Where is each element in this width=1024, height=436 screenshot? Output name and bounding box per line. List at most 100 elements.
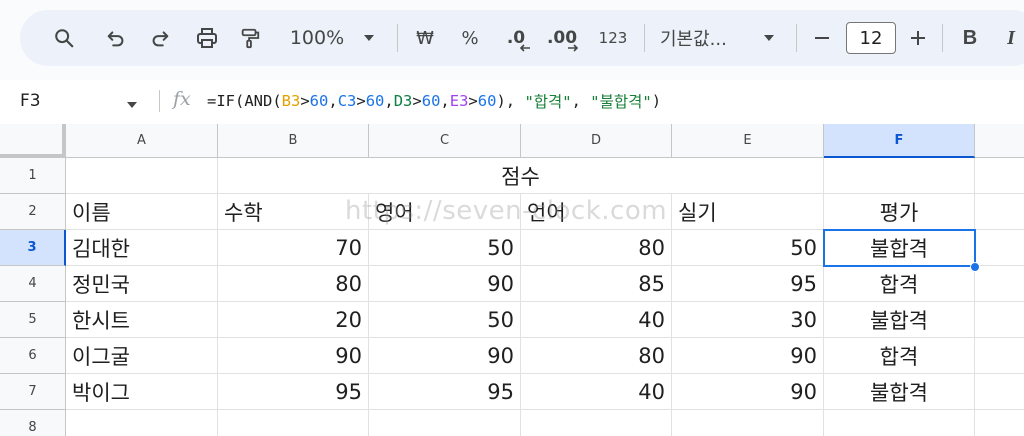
column-header-d[interactable]: D bbox=[521, 124, 672, 158]
row-header-6[interactable]: 6 bbox=[0, 338, 66, 374]
cell-f6[interactable]: 합격 bbox=[824, 338, 975, 374]
cell-a8[interactable] bbox=[66, 410, 218, 436]
cell-d5[interactable]: 40 bbox=[521, 302, 672, 338]
row-header-2[interactable]: 2 bbox=[0, 194, 66, 230]
cell-e3[interactable]: 50 bbox=[672, 230, 824, 266]
row-header-8[interactable]: 8 bbox=[0, 410, 66, 436]
cell-f5[interactable]: 불합격 bbox=[824, 302, 975, 338]
cell-e7[interactable]: 90 bbox=[672, 374, 824, 410]
increase-decimal-button[interactable]: .00 bbox=[542, 10, 582, 66]
cell-a4[interactable]: 정민국 bbox=[66, 266, 218, 302]
zoom-value: 100% bbox=[289, 27, 345, 49]
cell-d6[interactable]: 80 bbox=[521, 338, 672, 374]
column-header-e[interactable]: E bbox=[672, 124, 824, 158]
cell-e2[interactable]: 실기 bbox=[672, 194, 824, 230]
cell-f8[interactable] bbox=[824, 410, 975, 436]
cell-b6[interactable]: 90 bbox=[218, 338, 369, 374]
font-dropdown[interactable] bbox=[758, 10, 780, 66]
print-button[interactable] bbox=[190, 10, 224, 66]
formula-ref-d3: D3 bbox=[393, 92, 413, 110]
formula-input[interactable]: =IF(AND(B3 >60, C3 >60, D3 >60, E3 >60), "합격", … bbox=[207, 80, 661, 122]
formula-string: "불합격" bbox=[590, 93, 652, 111]
cell-g1[interactable] bbox=[975, 158, 1024, 194]
decrease-decimal-button[interactable]: .0 bbox=[498, 10, 534, 66]
search-menus-button[interactable] bbox=[48, 10, 80, 66]
formula-number: 60 bbox=[365, 92, 385, 110]
column-header-g[interactable] bbox=[975, 124, 1024, 158]
column-header-c[interactable]: C bbox=[369, 124, 521, 158]
cell-d8[interactable] bbox=[521, 410, 672, 436]
cell-f3[interactable]: 불합격 bbox=[824, 230, 975, 266]
decrease-font-size-button[interactable] bbox=[808, 10, 836, 66]
cell-c3[interactable]: 50 bbox=[369, 230, 521, 266]
cell-c4[interactable]: 90 bbox=[369, 266, 521, 302]
cell-d7[interactable]: 40 bbox=[521, 374, 672, 410]
select-all-corner[interactable] bbox=[0, 124, 66, 158]
row-header-1[interactable]: 1 bbox=[0, 158, 66, 194]
cell-c5[interactable]: 50 bbox=[369, 302, 521, 338]
cell-a2[interactable]: 이름 bbox=[66, 194, 218, 230]
row-header-5[interactable]: 5 bbox=[0, 302, 66, 338]
currency-format-button[interactable]: ₩ bbox=[408, 10, 442, 66]
name-box[interactable]: F3 bbox=[20, 80, 41, 122]
column-header-b[interactable]: B bbox=[218, 124, 369, 158]
cell-e8[interactable] bbox=[672, 410, 824, 436]
cell-b1-merged-title[interactable]: 점수 bbox=[218, 158, 824, 194]
increase-font-size-button[interactable] bbox=[904, 10, 932, 66]
cell-g5[interactable] bbox=[975, 302, 1024, 338]
cell-c8[interactable] bbox=[369, 410, 521, 436]
italic-button[interactable]: I bbox=[998, 10, 1024, 66]
cell-b5[interactable]: 20 bbox=[218, 302, 369, 338]
font-select[interactable]: 기본값... bbox=[660, 10, 750, 66]
cell-d4[interactable]: 85 bbox=[521, 266, 672, 302]
cell-g7[interactable] bbox=[975, 374, 1024, 410]
cell-c6[interactable]: 90 bbox=[369, 338, 521, 374]
cell-c7[interactable]: 95 bbox=[369, 374, 521, 410]
undo-icon bbox=[105, 27, 127, 49]
cell-a1[interactable] bbox=[66, 158, 218, 194]
cell-g2[interactable] bbox=[975, 194, 1024, 230]
cell-a3[interactable]: 김대한 bbox=[66, 230, 218, 266]
cell-g3[interactable] bbox=[975, 230, 1024, 266]
column-header-f[interactable]: F bbox=[824, 124, 975, 158]
zoom-dropdown[interactable] bbox=[358, 10, 380, 66]
cell-d3[interactable]: 80 bbox=[521, 230, 672, 266]
bold-button[interactable]: B bbox=[956, 10, 984, 66]
cell-f2[interactable]: 평가 bbox=[824, 194, 975, 230]
cell-a6[interactable]: 이그굴 bbox=[66, 338, 218, 374]
percent-format-button[interactable]: % bbox=[454, 10, 486, 66]
cell-b7[interactable]: 95 bbox=[218, 374, 369, 410]
paint-format-button[interactable] bbox=[234, 10, 266, 66]
cell-c2[interactable]: 영어 bbox=[369, 194, 521, 230]
cell-a7[interactable]: 박이그 bbox=[66, 374, 218, 410]
row-header-4[interactable]: 4 bbox=[0, 266, 66, 302]
column-header-a[interactable]: A bbox=[66, 124, 218, 158]
cell-f4[interactable]: 합격 bbox=[824, 266, 975, 302]
won-currency-icon: ₩ bbox=[416, 27, 434, 49]
row-header-7[interactable]: 7 bbox=[0, 374, 66, 410]
cell-b8[interactable] bbox=[218, 410, 369, 436]
more-formats-button[interactable]: 123 bbox=[592, 10, 634, 66]
cell-d2[interactable]: 언어 bbox=[521, 194, 672, 230]
cell-b3[interactable]: 70 bbox=[218, 230, 369, 266]
cell-f1[interactable] bbox=[824, 158, 975, 194]
formula-token: , bbox=[571, 92, 591, 110]
redo-button[interactable] bbox=[144, 10, 176, 66]
cell-g4[interactable] bbox=[975, 266, 1024, 302]
cell-b4[interactable]: 80 bbox=[218, 266, 369, 302]
undo-button[interactable] bbox=[100, 10, 132, 66]
row-header-3[interactable]: 3 bbox=[0, 230, 66, 266]
zoom-select[interactable]: 100% bbox=[282, 10, 352, 66]
cell-b2[interactable]: 수학 bbox=[218, 194, 369, 230]
cell-g8[interactable] bbox=[975, 410, 1024, 436]
cell-g6[interactable] bbox=[975, 338, 1024, 374]
cell-e4[interactable]: 95 bbox=[672, 266, 824, 302]
cell-e6[interactable]: 90 bbox=[672, 338, 824, 374]
cell-e5[interactable]: 30 bbox=[672, 302, 824, 338]
formula-token: ), bbox=[496, 92, 525, 110]
name-box-dropdown[interactable] bbox=[125, 96, 139, 115]
fill-handle[interactable] bbox=[970, 262, 980, 272]
cell-f7[interactable]: 불합격 bbox=[824, 374, 975, 410]
cell-a5[interactable]: 한시트 bbox=[66, 302, 218, 338]
font-size-input[interactable]: 12 bbox=[846, 22, 896, 54]
